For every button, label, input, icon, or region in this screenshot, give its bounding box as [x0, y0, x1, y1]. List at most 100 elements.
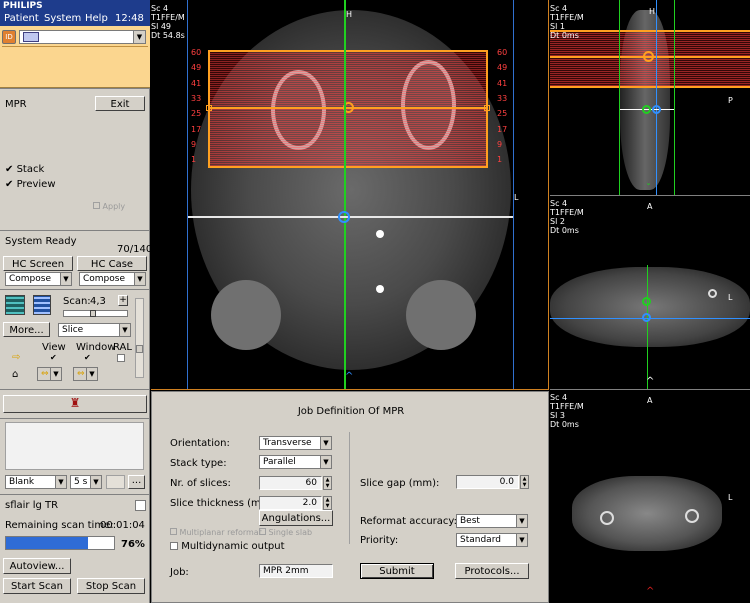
progress-fill: [6, 537, 89, 549]
green-reference-line[interactable]: [344, 0, 346, 389]
scan-increment-button[interactable]: +: [118, 295, 128, 306]
main-image-viewport[interactable]: 60 49 41 33 25 17 9 1 60 49 41 33 25 17 9 1 Sc 4 T1FFE…: [151, 0, 549, 390]
view-checkbox[interactable]: ✔: [50, 354, 58, 362]
white-reference-line[interactable]: [188, 216, 513, 218]
start-scan-button[interactable]: Start Scan: [3, 578, 71, 594]
film-interval-select[interactable]: 5 s ▼: [70, 475, 102, 489]
chevron-up-icon[interactable]: ^: [646, 587, 654, 597]
grid-layout-icon[interactable]: [5, 295, 25, 315]
stack-resize-handle-left[interactable]: [206, 105, 212, 111]
chevron-up-icon[interactable]: ^: [345, 372, 353, 382]
slider-thumb[interactable]: [90, 310, 96, 317]
blue-reference-handle[interactable]: [642, 313, 651, 322]
hc-screen-button[interactable]: HC Screen: [3, 256, 73, 271]
image-info-overlay: Sc 4 T1FFE/M Sl 1 Dt 0ms: [550, 4, 584, 40]
blue-reference-line[interactable]: [656, 0, 657, 195]
side-view-middle[interactable]: Sc 4 T1FFE/M Sl 2 Dt 0ms L A ^: [550, 197, 750, 390]
film-layout-select[interactable]: Blank ▼: [5, 475, 67, 489]
checkbox-box: [170, 528, 177, 535]
autoview-button[interactable]: Autoview...: [3, 558, 71, 574]
exit-button[interactable]: Exit: [95, 96, 145, 111]
job-name-input[interactable]: MPR 2mm: [259, 564, 333, 578]
orientation-marker-side: L: [728, 293, 733, 302]
divider: [0, 289, 150, 290]
slice-number-label: 60: [191, 48, 202, 57]
patient-area: ID ▼: [0, 26, 150, 88]
stack-center-handle[interactable]: [643, 51, 654, 62]
menu-patient[interactable]: Patient: [4, 12, 39, 26]
mpr-title: MPR: [5, 99, 27, 110]
axial-anatomy-image: [550, 267, 750, 347]
side-view-top[interactable]: Sc 4 T1FFE/M Sl 1 Dt 0ms H P ˇ: [550, 0, 750, 196]
ral-checkbox[interactable]: [117, 354, 125, 362]
nr-slices-input[interactable]: 60: [259, 476, 322, 490]
panel-scrollbar[interactable]: [135, 298, 144, 378]
slice-gap-label: Slice gap (mm):: [360, 478, 440, 489]
slice-number-label: 60: [497, 48, 508, 57]
menu-help[interactable]: Help: [85, 12, 108, 26]
green-border-line: [619, 0, 620, 195]
chevron-down-icon: ▼: [133, 31, 145, 43]
film-strip-icon[interactable]: [33, 295, 51, 315]
stack-checkbox[interactable]: ✔ Stack: [5, 164, 44, 175]
blue-reference-handle[interactable]: [338, 211, 350, 223]
disabled-checkbox: Apply: [93, 202, 125, 211]
hc-case-mode-select[interactable]: Compose ▼: [79, 272, 146, 286]
window-checkbox[interactable]: ✔: [84, 354, 92, 362]
hc-screen-mode-select[interactable]: Compose ▼: [5, 272, 72, 286]
window-label: Window: [76, 342, 116, 353]
slice-gap-stepper[interactable]: ▲ ▼: [520, 475, 529, 489]
chevron-down-icon: ▼: [320, 437, 331, 449]
divider: [0, 418, 150, 419]
orientation-marker-side: L: [728, 493, 733, 502]
film-preview-area: [5, 422, 144, 470]
arrow-pointer-icon[interactable]: ⇨: [12, 352, 20, 363]
protocols-button[interactable]: Protocols...: [455, 563, 529, 579]
film-options-button[interactable]: ...: [128, 475, 145, 489]
green-reference-line[interactable]: [647, 265, 648, 389]
hc-case-button[interactable]: HC Case: [77, 256, 147, 271]
stop-scan-button[interactable]: Stop Scan: [77, 578, 145, 594]
slice-gap-input[interactable]: 0.0: [456, 475, 519, 489]
blue-reference-handle[interactable]: [652, 105, 661, 114]
multidynamic-checkbox[interactable]: Multidynamic output: [170, 541, 285, 552]
orientation-marker-top: A: [647, 202, 653, 211]
more-button[interactable]: More...: [3, 322, 50, 337]
person-tool-button[interactable]: ♜: [3, 395, 147, 413]
chevron-up-icon[interactable]: ^: [646, 377, 654, 387]
slice-number-label: 17: [191, 124, 202, 134]
orientation-select[interactable]: Transverse ▼: [259, 436, 332, 450]
chevron-down-icon[interactable]: ˇ: [646, 184, 651, 194]
scan-slider[interactable]: [63, 310, 128, 317]
link-arrows-icon: ⇔: [77, 369, 85, 379]
disabled-option-1: Multiplanar reformat: [170, 528, 262, 537]
scrollbar-thumb[interactable]: [136, 345, 143, 353]
viewer-mode-select[interactable]: Slice ▼: [58, 323, 131, 337]
angulations-button[interactable]: Angulations...: [259, 510, 333, 526]
checkbox-box[interactable]: [170, 542, 178, 550]
stack-resize-handle-right[interactable]: [484, 105, 490, 111]
thickness-stepper[interactable]: ▲ ▼: [323, 496, 332, 510]
nr-slices-label: Nr. of slices:: [170, 478, 231, 489]
stack-type-select[interactable]: Parallel ▼: [259, 455, 332, 469]
menu-system[interactable]: System: [44, 12, 81, 26]
link-arrows-icon: ⇔: [41, 369, 49, 379]
green-reference-handle[interactable]: [642, 297, 651, 306]
link-select-window[interactable]: ⇔ ▼: [73, 367, 98, 381]
thickness-input[interactable]: 2.0: [259, 496, 322, 510]
nr-slices-stepper[interactable]: ▲ ▼: [323, 476, 332, 490]
patient-icon[interactable]: ID: [2, 30, 16, 44]
scan-thumbnail-icon: [23, 32, 39, 42]
priority-select[interactable]: Standard ▼: [456, 533, 528, 547]
side-view-bottom[interactable]: Sc 4 T1FFE/M Sl 3 Dt 0ms A L ^: [550, 391, 750, 603]
accuracy-select[interactable]: Best ▼: [456, 514, 528, 528]
green-reference-handle[interactable]: [642, 105, 651, 114]
preview-checkbox[interactable]: ✔ Preview: [5, 179, 56, 190]
axial-anatomy-image: [572, 476, 722, 551]
chevron-down-icon: ▼: [60, 273, 71, 285]
link-select-view[interactable]: ⇔ ▼: [37, 367, 62, 381]
stamp-icon[interactable]: ⌂: [12, 369, 18, 380]
submit-button[interactable]: Submit: [360, 563, 434, 579]
scan-name-checkbox[interactable]: [135, 500, 146, 511]
patient-selector[interactable]: ▼: [19, 30, 146, 44]
